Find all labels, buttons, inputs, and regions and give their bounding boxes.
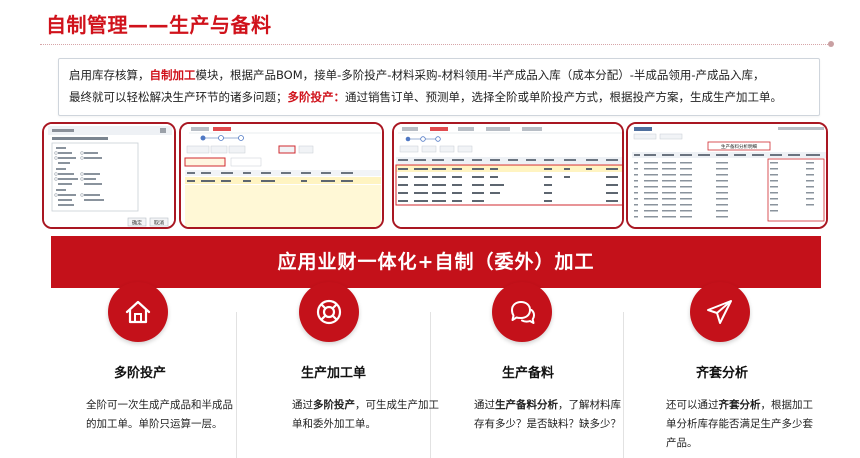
intro-text: 启用库存核算， (69, 68, 150, 82)
banner: 应用业财一体化+自制（委外）加工 (51, 236, 821, 288)
dialog-preview: 确定 取消 (44, 124, 174, 227)
feature-multi-level: 多阶投产 全阶可一次生成产成品和半成品的加工单。单阶只运算一层。 (80, 282, 260, 458)
feature-icon-badge (690, 282, 750, 342)
feature-description: 还可以通过齐套分析，根据加工单分析库存能否满足生产多少套产品。 (666, 399, 813, 449)
material-analysis-preview: 生产备料分析明细 (628, 124, 826, 227)
feature-title: 生产备料 (502, 366, 555, 381)
intro-text: 通过销售订单、预测单，选择全阶或单阶投产方式，根据投产方案，生成生产加工单。 (345, 90, 782, 104)
production-plan-preview (181, 124, 382, 227)
analysis-caption: 生产备料分析明细 (721, 143, 757, 150)
screenshot-material-analysis: 生产备料分析明细 (626, 122, 828, 229)
feature-icon-badge (299, 282, 359, 342)
screenshot-production-plan (179, 122, 384, 229)
dialog-ok-button: 确定 (132, 220, 142, 227)
feature-title: 齐套分析 (696, 366, 749, 381)
title-divider (40, 44, 830, 45)
intro-text: 最终就可以轻松解决生产环节的诸多问题； (69, 90, 288, 104)
intro-text: 模块，根据产品BOM，接单-多阶投产-材料采购-材料领用-半产成品入库（成本分配… (195, 68, 765, 82)
intro-line-1: 启用库存核算，自制加工模块，根据产品BOM，接单-多阶投产-材料采购-材料领用-… (69, 64, 809, 86)
lifebuoy-icon (316, 299, 342, 325)
feature-description: 通过生产备料分析，了解材料库存有多少？是否缺料？缺多少？ (474, 399, 621, 430)
feature-kit-analysis: 齐套分析 还可以通过齐套分析，根据加工单分析库存能否满足生产多少套产品。 (664, 282, 844, 458)
feature-material-prep: 生产备料 通过生产备料分析，了解材料库存有多少？是否缺料？缺多少？ (470, 282, 650, 458)
paper-plane-icon (707, 300, 732, 324)
feature-title: 生产加工单 (301, 366, 367, 381)
order-list-preview (394, 124, 622, 227)
feature-description: 全阶可一次生成产成品和半成品的加工单。单阶只运算一层。 (86, 399, 233, 430)
chat-bubbles-icon (511, 301, 535, 324)
feature-title: 多阶投产 (114, 366, 167, 381)
house-icon (125, 300, 151, 324)
intro-highlight: 自制加工 (149, 68, 196, 82)
feature-work-order: 生产加工单 通过多阶投产，可生成生产加工单和委外加工单。 (285, 282, 465, 458)
intro-line-2: 最终就可以轻松解决生产环节的诸多问题；多阶投产：通过销售订单、预测单，选择全阶或… (69, 86, 809, 108)
dialog-cancel-button: 取消 (154, 220, 164, 227)
page-title: 自制管理——生产与备料 (46, 13, 272, 37)
feature-icon-badge (492, 282, 552, 342)
feature-icon-badge (108, 282, 168, 342)
screenshot-order-list (392, 122, 624, 229)
feature-description: 通过多阶投产，可生成生产加工单和委外加工单。 (292, 399, 439, 430)
title-divider-dot (828, 41, 834, 47)
intro-box: 启用库存核算，自制加工模块，根据产品BOM，接单-多阶投产-材料采购-材料领用-… (58, 58, 820, 116)
screenshot-dialog: 确定 取消 (42, 122, 176, 229)
intro-highlight: 多阶投产： (287, 90, 346, 104)
